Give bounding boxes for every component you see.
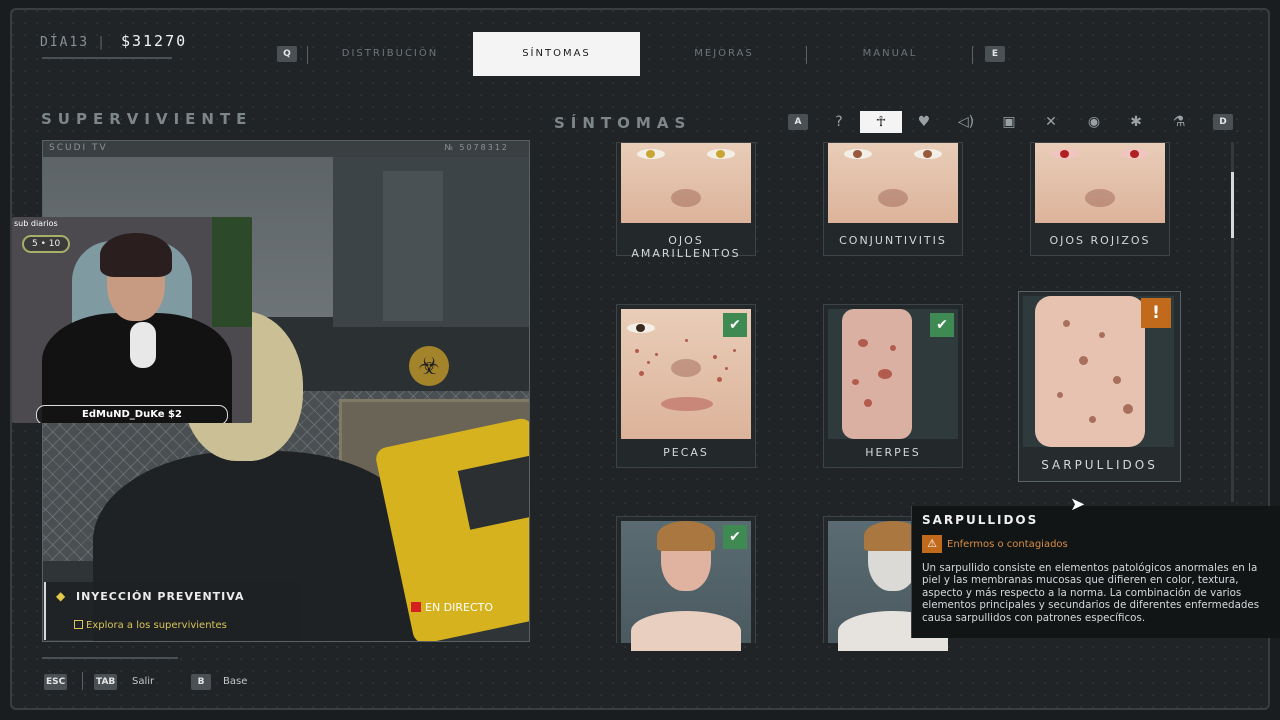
symptom-card-ojos-amarillentos[interactable]: OJOS AMARILLENTOS [616,142,756,260]
key-d-next-filter[interactable]: D [1213,114,1233,130]
symptom-label: HERPES [865,446,921,459]
live-label: EN DIRECTO [425,601,494,614]
key-b[interactable]: B [191,674,211,690]
key-q-prev-tab[interactable]: Q [277,46,297,62]
symptom-tooltip: SARPULLIDOS ⚠ Enfermos o contagiados Un … [911,506,1280,638]
key-e-next-tab[interactable]: E [985,46,1005,62]
symptom-image [828,143,958,223]
tooltip-description: Un sarpullido consiste en elementos pato… [922,562,1260,624]
filter-brain-icon[interactable]: ✱ [1115,111,1157,133]
sub-goal-counter: 5 • 10 [22,235,71,253]
camera-name: SCUDI TV [49,143,108,153]
check-shield-icon: ✔ [723,313,747,337]
symptom-card-row3-1[interactable]: ✔ [616,516,756,651]
filter-eye-icon[interactable]: ◉ [1073,111,1115,133]
tab-mejoras[interactable]: MEJORAS [664,32,784,76]
donation-alert: EdMuND_DuKe $2 [36,405,228,423]
right-panel-title: SÍNTOMAS [554,114,692,132]
streamer-webcam-overlay: sub diarios 5 • 10 EdMuND_DuKe $2 [12,217,252,423]
filter-heart-icon[interactable]: ♥ [903,111,945,133]
footer-separator [82,672,83,690]
symptom-card-pecas[interactable]: ✔ PECAS [616,304,756,468]
symptom-card-conjuntivitis[interactable]: CONJUNTIVITIS [823,142,963,256]
symptom-label: SARPULLIDOS [1041,458,1158,472]
webcam-person-hair [100,233,172,277]
check-shield-icon: ✔ [930,313,954,337]
footer-divider [42,657,178,659]
biohazard-icon: ☣ [409,346,449,386]
mission-title: INYECCIÓN PREVENTIVA [76,590,245,603]
camera-header: SCUDI TV № 5078312 [43,141,529,157]
tab-divider [307,46,308,64]
filter-body-icon[interactable]: ☥ [860,111,902,133]
day-label: DÍA13 [40,35,90,50]
symptom-card-ojos-rojizos[interactable]: OJOS ROJIZOS [1030,142,1170,256]
symptom-card-sarpullidos[interactable]: ! SARPULLIDOS [1018,291,1181,482]
tab-divider [972,46,973,64]
webcam-plant [212,217,252,327]
key-tab[interactable]: TAB [94,674,118,690]
tab-divider [806,46,807,64]
exclamation-icon: ◆ [56,589,66,603]
key-esc[interactable]: ESC [44,674,68,690]
left-panel-title: SUPERVIVIENTE [41,110,253,128]
day-money-readout: DÍA13 | $31270 [40,32,188,50]
tab-manual[interactable]: MANUAL [830,32,950,76]
key-a-prev-filter[interactable]: A [788,114,808,130]
symptom-label: OJOS AMARILLENTOS [631,234,741,260]
mission-panel: ◆ INYECCIÓN PREVENTIVA Explora a los sup… [44,582,298,640]
hud-underline [42,57,172,59]
filter-sound-icon[interactable]: ◁) [945,111,987,133]
exit-label[interactable]: Salir [132,676,154,687]
symptom-label: PECAS [663,446,709,459]
symptom-card-row3-2[interactable] [823,516,948,651]
filter-question-icon[interactable]: ? [818,111,860,133]
symptom-image [621,143,751,223]
symptom-image [1035,143,1165,223]
mouse-cursor-icon: ➤ [1070,494,1086,515]
tab-sintomas[interactable]: SÍNTOMAS [473,32,640,76]
symptoms-scrollbar-thumb[interactable] [1231,172,1234,238]
mission-objective: Explora a los supervivientes [86,620,227,631]
symptom-label: CONJUNTIVITIS [839,234,947,247]
live-indicator: EN DIRECTO [411,601,493,614]
camera-id: № 5078312 [444,143,509,152]
checkbox-icon [74,620,83,629]
filter-tools-icon[interactable]: ✕ [1030,111,1072,133]
symptom-label: OJOS ROJIZOS [1049,234,1151,247]
filter-stomach-icon[interactable]: ▣ [988,111,1030,133]
tooltip-title: SARPULLIDOS [922,513,1039,527]
check-shield-icon: ✔ [723,525,747,549]
base-label[interactable]: Base [223,676,247,687]
microphone-icon [130,322,156,368]
scene-building [383,171,443,321]
sub-goal-label: sub diarios [14,219,58,228]
symptom-image [828,521,948,651]
tooltip-tag: Enfermos o contagiados [947,539,1068,550]
warning-icon: ⚠ [922,535,942,553]
tab-distribucion[interactable]: DISTRIBUCIÓN [330,32,450,76]
money-label: $31270 [120,32,188,50]
filter-flask-icon[interactable]: ⚗ [1158,111,1200,133]
live-dot-icon [411,602,421,612]
warning-icon: ! [1141,298,1171,328]
symptom-card-herpes[interactable]: ✔ HERPES [823,304,963,468]
